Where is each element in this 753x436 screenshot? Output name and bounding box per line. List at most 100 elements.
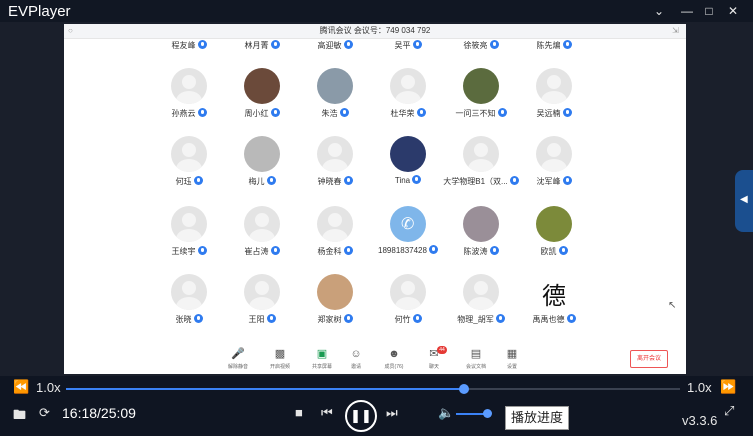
leave-meeting-button[interactable]: 离开会议 (630, 350, 668, 368)
next-icon[interactable]: ⏭ (386, 405, 398, 421)
mic-icon (343, 176, 353, 186)
participant-name: 沈军峰 (509, 176, 599, 187)
toolbar-label: 成员(76) (384, 364, 404, 370)
expand-icon[interactable]: ⤢ (724, 403, 734, 419)
members-icon: ☻ (388, 348, 400, 360)
document-icon: ▤ (470, 348, 482, 360)
camera-off-icon: ▩ (274, 348, 286, 360)
folder-icon[interactable]: 🖿 (13, 406, 26, 428)
participant-name: 陈先煸 (509, 40, 599, 51)
participant-name-text: 杨金科 (317, 247, 342, 256)
app-title: EVPlayer (8, 3, 71, 20)
avatar (244, 136, 280, 172)
mic-icon (412, 314, 422, 324)
video-button[interactable]: ▩ 开启视频 (260, 348, 300, 370)
close-icon[interactable]: ✕ (724, 2, 742, 20)
rewind-icon[interactable]: ⏪ (13, 379, 29, 395)
participant-name-text: 郑家树 (317, 315, 342, 324)
participant-name-text: 张晓 (175, 315, 192, 324)
avatar (463, 68, 499, 104)
loop-icon[interactable]: ⟳ (39, 405, 50, 421)
minimize-icon[interactable]: — (678, 2, 696, 20)
avatar-body (176, 159, 202, 172)
mic-icon (489, 40, 499, 50)
mic-icon (339, 108, 349, 118)
tooltip: 播放进度 (505, 406, 569, 430)
participant-name-text: 崔占涛 (244, 247, 269, 256)
chat-button[interactable]: ✉ 44 聊天 (414, 346, 454, 370)
side-panel-handle[interactable]: ◀ (735, 170, 753, 232)
participant-name-text: 林月菁 (244, 41, 269, 50)
invite-button[interactable]: ☺ 邀请 (336, 348, 376, 370)
participant-name-text: 吴远楠 (536, 109, 561, 118)
avatar (171, 206, 207, 242)
toolbar-label: 解除静音 (227, 364, 248, 370)
mouse-cursor-icon: ↖ (668, 300, 677, 311)
mic-off-icon: 🎤 (231, 348, 245, 360)
speed-left[interactable]: 1.0x (36, 380, 61, 395)
participant-name: 禹禹也德 (509, 314, 599, 325)
mic-icon (343, 246, 353, 256)
previous-icon[interactable]: ⏮ (321, 405, 333, 421)
avatar (244, 68, 280, 104)
mic-icon (193, 176, 203, 186)
avatar-head (547, 143, 561, 157)
participant-name-text: 物理_胡军 (457, 315, 494, 324)
fast-forward-icon[interactable]: ⏩ (720, 379, 736, 395)
mic-icon (270, 40, 280, 50)
maximize-icon[interactable]: □ (700, 2, 718, 20)
mic-icon (270, 108, 280, 118)
grid-icon: ▦ (506, 348, 518, 360)
participant-name: 吴远楠 (509, 108, 599, 119)
stop-icon[interactable]: ■ (295, 405, 303, 420)
seek-progress (66, 388, 464, 390)
avatar (317, 274, 353, 310)
toolbar-label: 会议文档 (465, 364, 486, 370)
participant-name-text: 18981837428 (378, 246, 427, 255)
avatar-body (322, 229, 348, 242)
toolbar-label: 开启视频 (269, 364, 290, 370)
participant-name-text: 徐筱亮 (463, 41, 488, 50)
avatar-head (474, 143, 488, 157)
participant-name-text: 程友峰 (171, 41, 196, 50)
avatar: ✆ (390, 206, 426, 242)
avatar-body (395, 91, 421, 104)
volume-handle[interactable] (482, 409, 492, 418)
volume-icon[interactable]: 🔈 (438, 405, 454, 421)
avatar (390, 68, 426, 104)
avatar-head (255, 213, 269, 227)
pause-button[interactable]: ❚❚ (345, 400, 377, 432)
avatar-head (182, 143, 196, 157)
avatar (317, 136, 353, 172)
mic-icon (412, 175, 422, 185)
mic-icon (197, 40, 207, 50)
avatar-body (541, 159, 567, 172)
unmute-button[interactable]: 🎤 解除静音 (218, 348, 258, 370)
avatar (536, 68, 572, 104)
members-button[interactable]: ☻ 成员(76) (374, 348, 414, 370)
toolbar-label: 邀请 (350, 364, 361, 370)
mic-icon (270, 246, 280, 256)
chevron-left-icon: ◀ (740, 194, 748, 205)
mic-icon (412, 40, 422, 50)
speed-right[interactable]: 1.0x (687, 380, 712, 395)
participant-name-text: 沈军峰 (536, 177, 561, 186)
participant-name-text: 大学物理B1（双... (443, 177, 508, 186)
settings-button[interactable]: ▦ 设置 (492, 348, 532, 370)
avatar (244, 206, 280, 242)
docs-button[interactable]: ▤ 会议文档 (456, 348, 496, 370)
mic-icon (343, 314, 353, 324)
participant-name-text: Tina (394, 176, 411, 185)
mic-icon (489, 246, 499, 256)
video-frame[interactable]: ○ 腾讯会议 会议号：749 034 792 ⇲ 程友峰 林月菁 高迎敏 吴平 徐筱亮陈… (64, 24, 686, 374)
mic-icon (497, 108, 507, 118)
participant-name-text: 一问三不知 (455, 109, 496, 118)
avatar (171, 68, 207, 104)
participant-name-text: 孙燕云 (171, 109, 196, 118)
avatar (390, 136, 426, 172)
seek-handle[interactable] (458, 384, 469, 394)
chevron-down-icon[interactable]: ⌄ (650, 2, 668, 20)
participant-name-text: 杜华荣 (390, 109, 415, 118)
avatar-head (328, 213, 342, 227)
phone-icon: ✆ (401, 216, 415, 233)
